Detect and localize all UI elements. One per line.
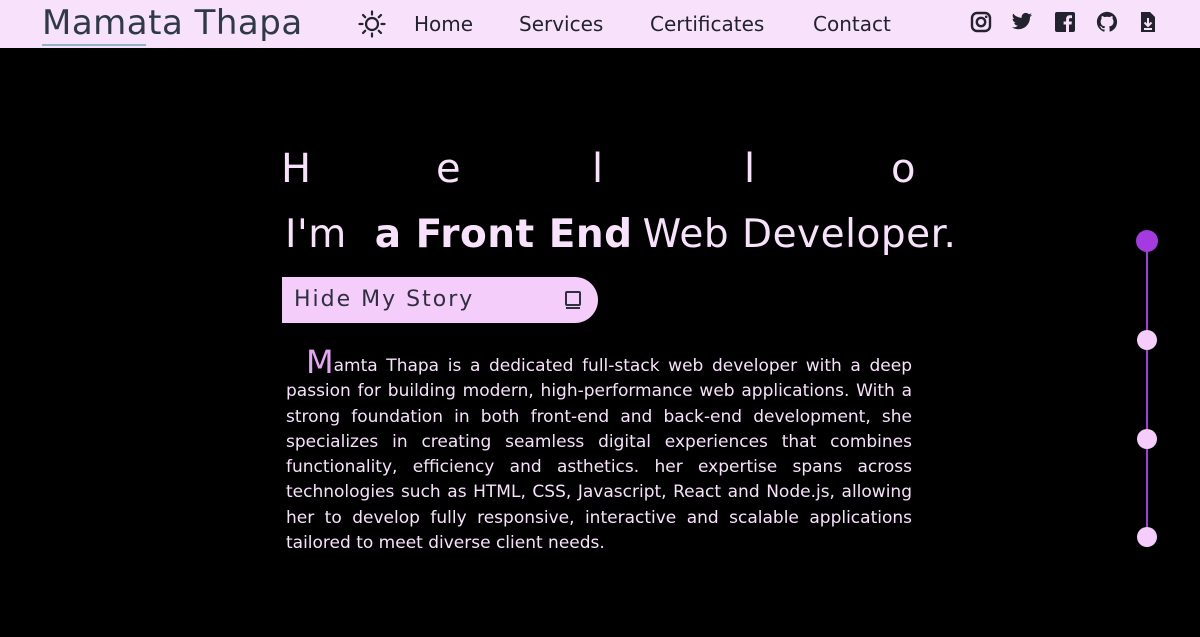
role-rest: Web Developer.	[642, 212, 957, 257]
section-indicator-track	[1146, 241, 1148, 538]
sun-icon[interactable]	[358, 10, 386, 38]
story-text: amta Thapa is a dedicated full-stack web…	[286, 356, 912, 554]
logo-underline	[42, 44, 146, 46]
hello-letter: l	[592, 146, 604, 192]
hello-letter: l	[744, 146, 756, 192]
site-logo[interactable]: Mamata Thapa	[42, 2, 303, 44]
story-paragraph: Mamta Thapa is a dedicated full-stack we…	[286, 346, 912, 556]
story-dropcap: M	[306, 343, 334, 381]
role-strong: a Front End	[374, 212, 633, 257]
top-navbar: Mamata Thapa Home Services Certificates …	[0, 0, 1200, 48]
role-prefix: I'm	[285, 212, 347, 257]
role-headline: I'm a Front End Web Developer.	[285, 210, 956, 260]
hide-story-button[interactable]: Hide My Story	[282, 277, 598, 323]
twitter-icon[interactable]	[1011, 11, 1033, 33]
nav-services[interactable]: Services	[519, 11, 603, 37]
download-icon[interactable]	[1137, 11, 1159, 33]
nav-contact[interactable]: Contact	[813, 11, 891, 37]
hello-letter: o	[891, 146, 916, 192]
nav-certificates[interactable]: Certificates	[650, 11, 764, 37]
hello-heading: H e l l o	[281, 145, 915, 195]
section-dot[interactable]	[1136, 230, 1158, 252]
section-dot[interactable]	[1137, 527, 1157, 547]
hide-story-label: Hide My Story	[294, 287, 475, 312]
facebook-icon[interactable]	[1054, 11, 1076, 33]
hello-letter: H	[281, 146, 312, 192]
section-dot[interactable]	[1137, 429, 1157, 449]
section-dot[interactable]	[1137, 330, 1157, 350]
book-icon	[564, 290, 582, 310]
github-icon[interactable]	[1096, 11, 1118, 33]
nav-home[interactable]: Home	[414, 11, 473, 37]
hello-letter: e	[436, 146, 461, 192]
instagram-icon[interactable]	[970, 11, 992, 33]
